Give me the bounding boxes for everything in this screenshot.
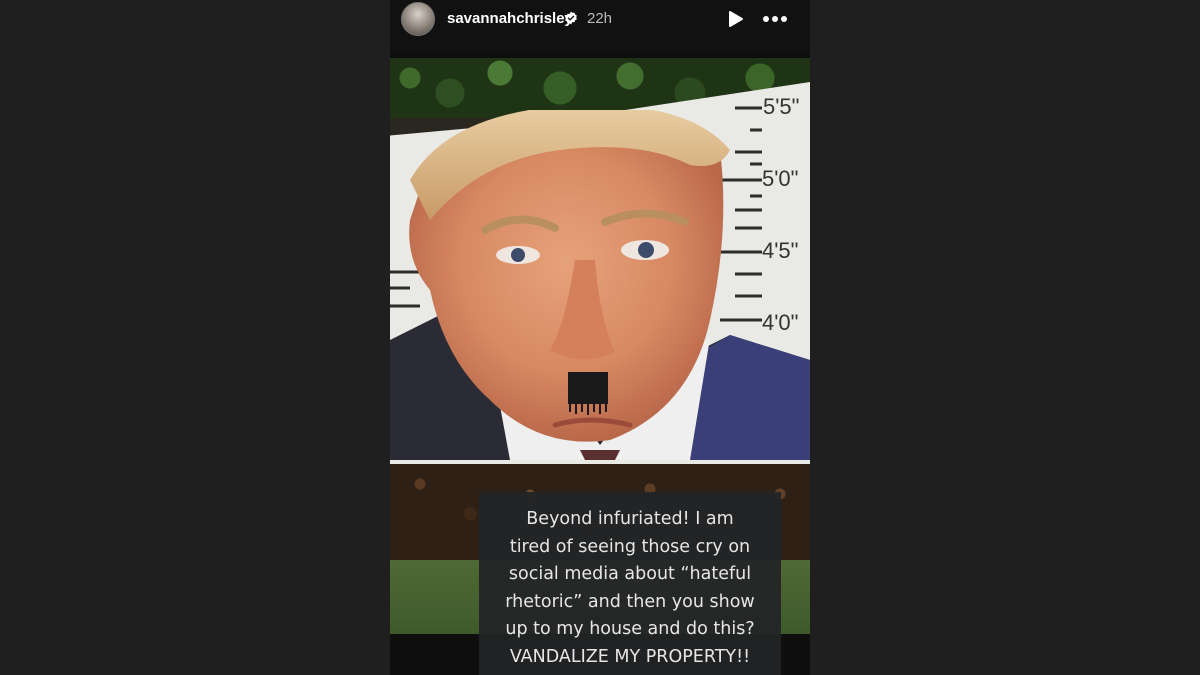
story-caption: Beyond infuriated! I am tired of seeing … (479, 492, 781, 675)
post-timestamp: 22h (587, 10, 613, 27)
story-header: savannahchrisley 22h (390, 0, 810, 52)
verified-badge-icon (565, 11, 577, 25)
profile-avatar[interactable] (401, 2, 435, 36)
caption-line: VANDALIZE MY PROPERTY!! (509, 646, 751, 667)
page: savannahchrisley 22h 5'5" 5'0" 4'5" 4'0"… (0, 0, 1200, 675)
caption-line: tired of seeing those cry on (509, 536, 751, 557)
play-icon[interactable] (726, 10, 744, 28)
caption-line: social media about “hateful (508, 564, 752, 584)
caption-line: Beyond infuriated! I am (526, 509, 734, 529)
caption-line: up to my house and do this? (505, 619, 755, 639)
instagram-story-viewer[interactable]: savannahchrisley 22h 5'5" 5'0" 4'5" 4'0"… (390, 0, 810, 675)
mugshot-portrait (390, 110, 810, 460)
caption-line: rhetoric” and then you show (505, 591, 755, 612)
more-options-icon[interactable] (762, 15, 788, 23)
username[interactable]: savannahchrisley (447, 10, 573, 27)
